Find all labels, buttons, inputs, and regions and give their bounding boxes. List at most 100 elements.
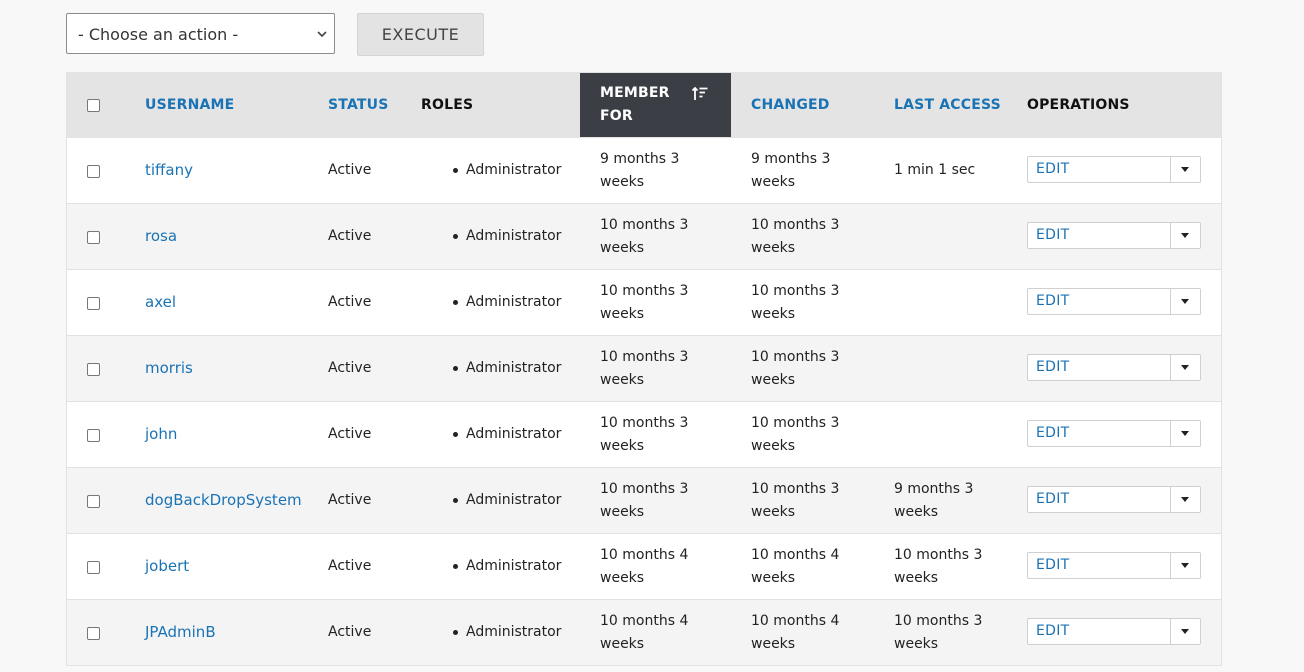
role-item: Administrator [453, 138, 561, 203]
row-checkbox[interactable] [87, 297, 100, 310]
role-item: Administrator [453, 600, 561, 665]
last-access-text [894, 402, 1014, 467]
column-header-last-access[interactable]: LAST ACCESS [894, 73, 1001, 137]
column-header-member-for-label: MEMBER FOR [600, 85, 670, 124]
operations-dropbutton: EDIT [1027, 156, 1201, 183]
select-all-checkbox[interactable] [87, 99, 100, 112]
bullet-icon [453, 366, 458, 371]
dropdown-toggle-icon[interactable] [1181, 365, 1189, 370]
status-text: Active [328, 162, 372, 178]
last-access-text [894, 336, 1014, 401]
role-text: Administrator [466, 294, 562, 310]
edit-link[interactable]: EDIT [1036, 293, 1070, 309]
edit-link[interactable]: EDIT [1036, 227, 1070, 243]
status-text: Active [328, 492, 372, 508]
role-text: Administrator [466, 228, 562, 244]
edit-link[interactable]: EDIT [1036, 359, 1070, 375]
table-row: tiffany Active Administrator 9 months 3 … [67, 137, 1221, 203]
role-item: Administrator [453, 468, 561, 533]
changed-text: 10 months 4 weeks [751, 612, 840, 652]
member-for-text: 10 months 3 weeks [600, 282, 689, 322]
member-for-text: 10 months 3 weeks [600, 216, 689, 256]
status-text: Active [328, 294, 372, 310]
role-text: Administrator [466, 426, 562, 442]
users-table: USERNAME STATUS ROLES MEMBER FOR CHANGED… [66, 72, 1222, 666]
dropbutton-divider [1170, 157, 1171, 182]
row-checkbox[interactable] [87, 429, 100, 442]
row-checkbox[interactable] [87, 627, 100, 640]
column-header-changed[interactable]: CHANGED [751, 73, 830, 137]
bullet-icon [453, 234, 458, 239]
changed-text: 10 months 3 weeks [751, 282, 840, 322]
action-select[interactable]: - Choose an action - [66, 13, 335, 54]
column-header-username[interactable]: USERNAME [145, 73, 234, 137]
sort-ascending-icon [691, 86, 708, 100]
member-for-text: 10 months 3 weeks [600, 414, 689, 454]
dropbutton-divider [1170, 619, 1171, 644]
row-checkbox[interactable] [87, 561, 100, 574]
username-link[interactable]: dogBackDropSystem [145, 468, 302, 533]
dropdown-toggle-icon[interactable] [1181, 431, 1189, 436]
dropdown-toggle-icon[interactable] [1181, 299, 1189, 304]
dropdown-toggle-icon[interactable] [1181, 167, 1189, 172]
table-row: jobert Active Administrator 10 months 4 … [67, 533, 1221, 599]
role-text: Administrator [466, 360, 562, 376]
bullet-icon [453, 168, 458, 173]
column-header-member-for[interactable]: MEMBER FOR [580, 73, 731, 137]
edit-link[interactable]: EDIT [1036, 425, 1070, 441]
column-header-status[interactable]: STATUS [328, 73, 389, 137]
operations-dropbutton: EDIT [1027, 354, 1201, 381]
chevron-down-icon [317, 31, 327, 38]
row-checkbox[interactable] [87, 231, 100, 244]
table-row: JPAdminB Active Administrator 10 months … [67, 599, 1221, 665]
action-select-value: - Choose an action - [78, 25, 239, 44]
status-text: Active [328, 426, 372, 442]
role-text: Administrator [466, 624, 562, 640]
edit-link[interactable]: EDIT [1036, 557, 1070, 573]
bullet-icon [453, 564, 458, 569]
last-access-text: 1 min 1 sec [894, 162, 976, 178]
row-checkbox[interactable] [87, 495, 100, 508]
execute-button[interactable]: EXECUTE [357, 13, 484, 56]
column-header-operations: OPERATIONS [1027, 97, 1130, 113]
changed-text: 10 months 3 weeks [751, 216, 840, 256]
username-link[interactable]: jobert [145, 534, 189, 599]
role-text: Administrator [466, 558, 562, 574]
operations-dropbutton: EDIT [1027, 552, 1201, 579]
row-checkbox[interactable] [87, 165, 100, 178]
username-link[interactable]: tiffany [145, 138, 193, 203]
table-row: rosa Active Administrator 10 months 3 we… [67, 203, 1221, 269]
status-text: Active [328, 558, 372, 574]
operations-dropbutton: EDIT [1027, 222, 1201, 249]
username-link[interactable]: axel [145, 270, 176, 335]
edit-link[interactable]: EDIT [1036, 161, 1070, 177]
row-checkbox[interactable] [87, 363, 100, 376]
dropbutton-divider [1170, 421, 1171, 446]
status-text: Active [328, 624, 372, 640]
member-for-text: 10 months 4 weeks [600, 612, 689, 652]
edit-link[interactable]: EDIT [1036, 623, 1070, 639]
dropdown-toggle-icon[interactable] [1181, 497, 1189, 502]
last-access-text [894, 270, 1014, 335]
operations-dropbutton: EDIT [1027, 486, 1201, 513]
table-row: axel Active Administrator 10 months 3 we… [67, 269, 1221, 335]
username-link[interactable]: rosa [145, 204, 177, 269]
dropdown-toggle-icon[interactable] [1181, 233, 1189, 238]
role-item: Administrator [453, 534, 561, 599]
status-text: Active [328, 360, 372, 376]
changed-text: 10 months 3 weeks [751, 348, 840, 388]
member-for-text: 10 months 4 weeks [600, 546, 689, 586]
username-link[interactable]: morris [145, 336, 193, 401]
edit-link[interactable]: EDIT [1036, 491, 1070, 507]
role-text: Administrator [466, 492, 562, 508]
role-item: Administrator [453, 402, 561, 467]
dropdown-toggle-icon[interactable] [1181, 629, 1189, 634]
username-link[interactable]: john [145, 402, 177, 467]
table-row: morris Active Administrator 10 months 3 … [67, 335, 1221, 401]
dropdown-toggle-icon[interactable] [1181, 563, 1189, 568]
last-access-text [894, 204, 1014, 269]
changed-text: 10 months 3 weeks [751, 480, 840, 520]
role-item: Administrator [453, 204, 561, 269]
role-text: Administrator [466, 162, 562, 178]
username-link[interactable]: JPAdminB [145, 600, 216, 665]
